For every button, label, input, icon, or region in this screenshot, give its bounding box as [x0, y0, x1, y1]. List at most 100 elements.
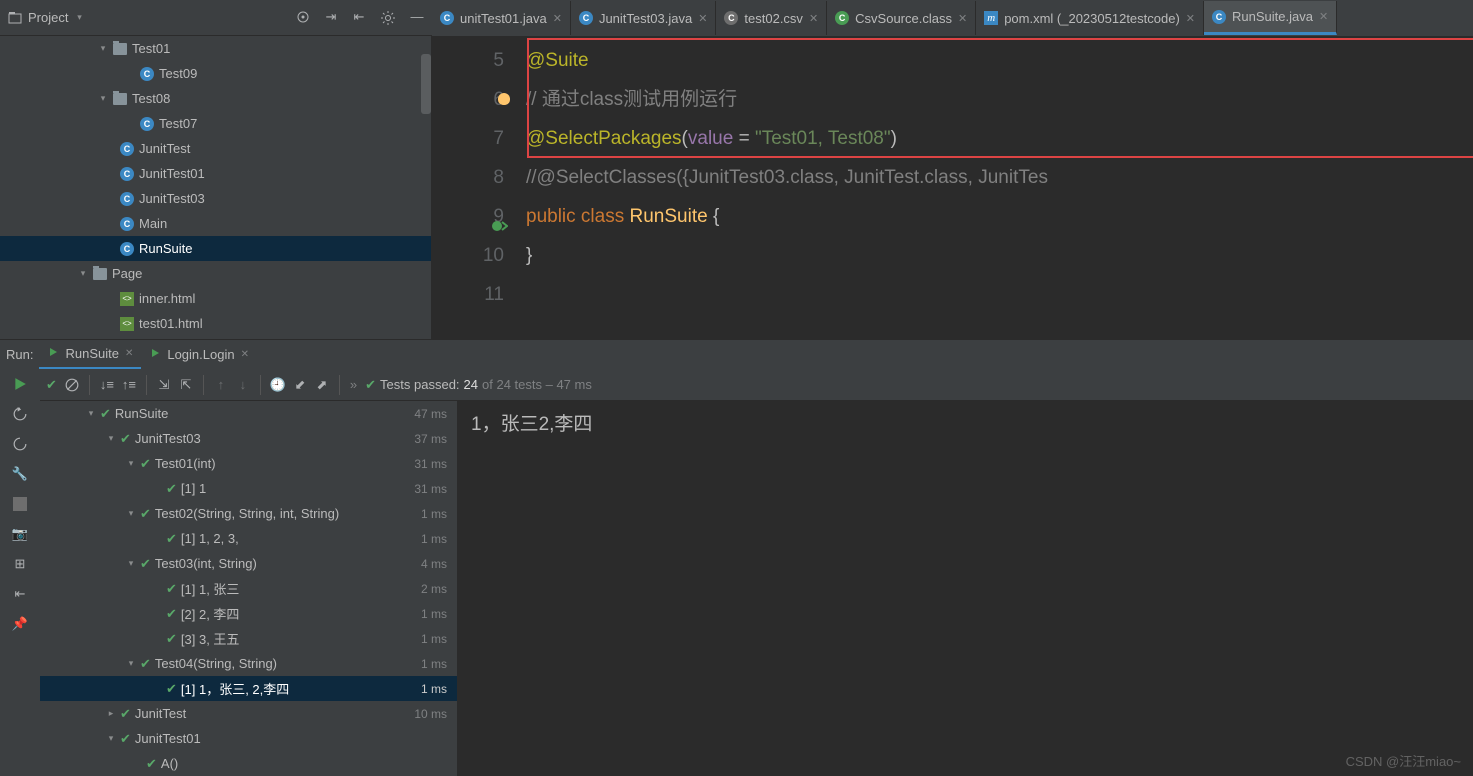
test-label: [2] 2, 李四 [181, 604, 240, 623]
close-icon[interactable]: ✕ [241, 349, 249, 360]
test-node[interactable]: ▾✔JunitTest01 [40, 726, 457, 751]
tree-node[interactable]: ▾Test08 [0, 86, 431, 111]
export-icon[interactable]: ⬈ [315, 378, 329, 392]
tree-node[interactable]: ▾Test01 [0, 36, 431, 61]
down-icon[interactable]: ↓ [236, 378, 250, 392]
camera-icon[interactable]: 📷 [13, 527, 27, 541]
run-tab[interactable]: Login.Login✕ [141, 341, 257, 369]
console-text: 1，张三2,李四 [471, 414, 592, 435]
stop-icon[interactable] [13, 497, 27, 511]
project-header[interactable]: Project ▾ ⇥ ⇤ — [0, 0, 432, 36]
close-icon[interactable]: ✕ [698, 12, 707, 25]
run-tab[interactable]: RunSuite✕ [39, 341, 141, 369]
history-icon[interactable]: 🕘 [271, 378, 285, 392]
code-line[interactable]: // 通过class测试用例运行 [526, 80, 1473, 119]
code-editor[interactable]: 567891011 @Suite// 通过class测试用例运行@SelectP… [432, 36, 1473, 339]
test-node[interactable]: ▾✔Test02(String, String, int, String)1 m… [40, 501, 457, 526]
tree-node[interactable]: CTest09 [0, 61, 431, 86]
collapse-icon[interactable]: ⇤ [352, 10, 366, 24]
pin-icon[interactable]: 📌 [13, 617, 27, 631]
tree-node[interactable]: CJunitTest01 [0, 161, 431, 186]
code-line[interactable]: //@SelectClasses({JunitTest03.class, Jun… [526, 158, 1473, 197]
play-icon[interactable] [13, 377, 27, 391]
expand-icon[interactable]: ⇥ [324, 10, 338, 24]
gear-icon[interactable] [380, 10, 396, 26]
editor-tab[interactable]: CRunSuite.java✕ [1204, 1, 1337, 35]
tree-node[interactable]: CJunitTest03 [0, 186, 431, 211]
tree-node[interactable]: CRunSuite [0, 236, 431, 261]
test-node[interactable]: ▾✔RunSuite47 ms [40, 401, 457, 426]
test-node[interactable]: ▾✔Test03(int, String)4 ms [40, 551, 457, 576]
test-node[interactable]: ▾✔Test01(int)31 ms [40, 451, 457, 476]
code-line[interactable]: public class RunSuite { [526, 197, 1473, 236]
file-icon: C [120, 192, 134, 206]
editor-tab[interactable]: CCsvSource.class✕ [827, 1, 976, 35]
editor-tab[interactable]: Ctest02.csv✕ [716, 1, 827, 35]
tree-node[interactable]: CJunitTest [0, 136, 431, 161]
caret-icon: ▾ [126, 558, 136, 569]
test-time: 1 ms [421, 657, 457, 671]
test-node[interactable]: ▸✔JunitTest10 ms [40, 701, 457, 726]
project-tree[interactable]: ▾Test01CTest09▾Test08CTest07CJunitTestCJ… [0, 36, 432, 339]
code-line[interactable]: @SelectPackages(value = "Test01, Test08"… [526, 119, 1473, 158]
caret-icon: ▾ [126, 658, 136, 669]
test-node[interactable]: ✔[1] 131 ms [40, 476, 457, 501]
editor-tab[interactable]: CunitTest01.java✕ [432, 1, 571, 35]
tree-label: Test08 [132, 91, 170, 106]
close-icon[interactable]: ✕ [125, 348, 133, 359]
line-number: 6 [432, 80, 526, 119]
test-node[interactable]: ▾✔JunitTest0337 ms [40, 426, 457, 451]
sort-down-icon[interactable]: ↓≡ [100, 378, 114, 392]
sort-up-icon[interactable]: ↑≡ [122, 378, 136, 392]
wrench-icon[interactable]: 🔧 [13, 467, 27, 481]
tree-node[interactable]: <>test01.html [0, 311, 431, 336]
code-line[interactable] [526, 275, 1473, 314]
expand-toolbar-icon[interactable]: » [350, 377, 357, 392]
tree-node[interactable]: <>inner.html [0, 286, 431, 311]
close-icon[interactable]: ✕ [1186, 12, 1195, 25]
test-node[interactable]: ✔[1] 1, 张三2 ms [40, 576, 457, 601]
close-icon[interactable]: ✕ [1319, 10, 1328, 23]
editor-tab[interactable]: mpom.xml (_20230512testcode)✕ [976, 1, 1204, 35]
editor-tab[interactable]: CJunitTest03.java✕ [571, 1, 716, 35]
tree-node[interactable]: CTest07 [0, 111, 431, 136]
tab-label: RunSuite.java [1232, 9, 1313, 24]
exit-icon[interactable]: ⇤ [13, 587, 27, 601]
test-label: Test04(String, String) [155, 656, 277, 671]
caret-icon: ▾ [86, 408, 96, 419]
test-time: 31 ms [414, 482, 457, 496]
rerun-failed-icon[interactable] [13, 437, 27, 451]
close-icon[interactable]: ✕ [958, 12, 967, 25]
test-label: A() [161, 756, 178, 771]
file-icon: <> [120, 317, 134, 331]
layout-icon[interactable]: ⊞ [13, 557, 27, 571]
target-icon[interactable] [296, 10, 310, 24]
code-line[interactable]: } [526, 236, 1473, 275]
test-node[interactable]: ✔[2] 2, 李四1 ms [40, 601, 457, 626]
import-icon[interactable]: ⬋ [293, 378, 307, 392]
close-icon[interactable]: ✕ [809, 12, 818, 25]
tab-label: unitTest01.java [460, 11, 547, 26]
rerun-icon[interactable] [13, 407, 27, 421]
up-icon[interactable]: ↑ [214, 378, 228, 392]
pass-icon: ✔ [166, 631, 177, 647]
test-tree[interactable]: ▾✔RunSuite47 ms▾✔JunitTest0337 ms▾✔Test0… [40, 401, 457, 776]
code-line[interactable]: @Suite [526, 41, 1473, 80]
test-node[interactable]: ✔[1] 1，张三, 2,李四1 ms [40, 676, 457, 701]
close-icon[interactable]: ✕ [553, 12, 562, 25]
minimize-icon[interactable]: — [410, 10, 424, 24]
test-node[interactable]: ✔[1] 1, 2, 3,1 ms [40, 526, 457, 551]
pass-icon: ✔ [140, 456, 151, 472]
block-icon[interactable] [65, 378, 79, 392]
tree-node[interactable]: ▾Page [0, 261, 431, 286]
bulb-icon[interactable] [498, 93, 510, 105]
test-node[interactable]: ▾✔Test04(String, String)1 ms [40, 651, 457, 676]
chevron-down-icon: ▾ [74, 12, 84, 23]
collapse-all-icon[interactable]: ⇱ [179, 378, 193, 392]
expand-all-icon[interactable]: ⇲ [157, 378, 171, 392]
test-node[interactable]: ✔A() [40, 751, 457, 776]
check-icon[interactable]: ✔ [46, 377, 57, 393]
test-node[interactable]: ✔[3] 3, 王五1 ms [40, 626, 457, 651]
tree-node[interactable]: CMain [0, 211, 431, 236]
editor-tabs: CunitTest01.java✕CJunitTest03.java✕Ctest… [432, 0, 1473, 36]
